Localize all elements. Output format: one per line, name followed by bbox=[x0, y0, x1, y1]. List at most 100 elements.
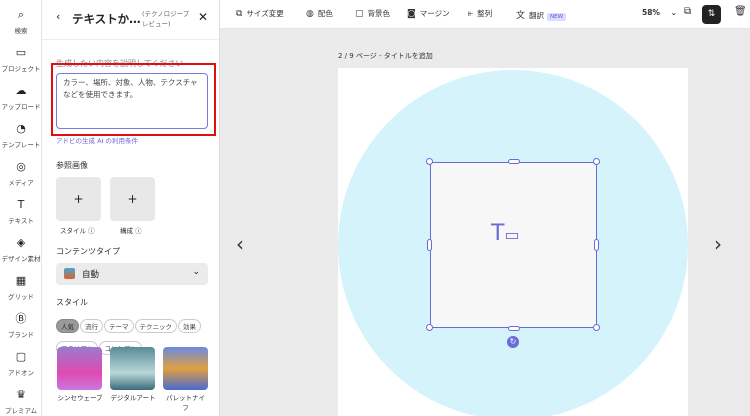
rail-label: アドオン bbox=[8, 369, 34, 377]
reference-label: 参照画像 bbox=[56, 161, 88, 170]
media-icon: ◎ bbox=[16, 160, 26, 173]
zoom-value: 58% bbox=[642, 8, 660, 17]
rail-label: デザイン素材 bbox=[1, 255, 41, 263]
rail-label: テキスト bbox=[8, 217, 34, 225]
chevron-down-icon: ⌄ bbox=[192, 267, 200, 277]
resize-handle[interactable] bbox=[426, 158, 433, 165]
upload-icon: ☁ bbox=[15, 84, 27, 97]
rail-item-grid[interactable]: ▦ グリッド bbox=[0, 274, 42, 301]
resize-handle[interactable] bbox=[593, 158, 600, 165]
trash-icon[interactable]: 🗑 bbox=[734, 6, 747, 17]
style-thumb-digital-art[interactable] bbox=[110, 347, 155, 390]
margin-label: マージン bbox=[419, 9, 450, 18]
style-chip[interactable]: 流行 bbox=[80, 319, 103, 333]
rail-item-text[interactable]: T テキスト bbox=[0, 198, 42, 225]
text-icon: T bbox=[17, 198, 25, 211]
content-type-label: コンテンツタイプ bbox=[56, 247, 120, 256]
brand-icon: Ⓑ bbox=[15, 312, 27, 325]
next-page-icon[interactable]: › bbox=[714, 232, 722, 256]
style-chip[interactable]: 人気 bbox=[56, 319, 79, 333]
highlight-box bbox=[51, 63, 216, 136]
align-icon: ⫦ bbox=[468, 9, 474, 19]
crown-icon: ♛ bbox=[16, 388, 26, 401]
search-icon: ⌕ bbox=[17, 8, 25, 21]
rail-item-upload[interactable]: ☁ アップロード bbox=[0, 84, 42, 111]
style-chip[interactable]: 効果 bbox=[178, 319, 201, 333]
text-to-image-icon: T▭ bbox=[491, 221, 520, 246]
rail-item-shapes[interactable]: ◈ デザイン素材 bbox=[0, 236, 42, 263]
back-icon[interactable]: ‹ bbox=[56, 10, 60, 23]
content-type-select[interactable]: 自動 ⌄ bbox=[56, 263, 208, 285]
terms-link[interactable]: アドビの生成 AI の利用条件 bbox=[56, 135, 138, 145]
margin-icon: ◙ bbox=[407, 9, 416, 19]
comp-ref-label: 構成 bbox=[120, 227, 133, 235]
style-thumb-synthwave[interactable] bbox=[57, 347, 102, 390]
panel-title: テキストか… bbox=[72, 12, 141, 26]
composition-reference-button[interactable]: + bbox=[110, 177, 155, 221]
rail-item-search[interactable]: ⌕ 検索 bbox=[0, 8, 42, 35]
resize-handle[interactable] bbox=[593, 324, 600, 331]
folder-icon: ▭ bbox=[15, 46, 27, 59]
bg-label: 背景色 bbox=[367, 9, 391, 18]
layers-button[interactable]: ⇅ bbox=[702, 5, 721, 24]
resize-handle[interactable] bbox=[508, 326, 520, 331]
thumb-label: シンセウェーブ bbox=[57, 394, 103, 402]
align-button[interactable]: ⫦ 整列 bbox=[468, 8, 492, 19]
style-label: スタイル bbox=[56, 298, 88, 307]
rail-label: プロジェクト bbox=[1, 65, 41, 73]
rail-label: アップロード bbox=[1, 103, 41, 111]
thumb-label: デジタルアート bbox=[110, 394, 156, 402]
rail-item-brand[interactable]: Ⓑ ブランド bbox=[0, 312, 42, 339]
align-label: 整列 bbox=[477, 9, 493, 18]
style-chip[interactable]: テクニック bbox=[134, 319, 177, 333]
resize-handle[interactable] bbox=[594, 239, 599, 251]
info-icon[interactable]: ⓘ bbox=[88, 227, 95, 235]
image-placeholder[interactable]: T▭ bbox=[430, 162, 597, 328]
rail-item-media[interactable]: ◎ メディア bbox=[0, 160, 42, 187]
translate-button[interactable]: 文翻訳 NEW bbox=[516, 8, 567, 21]
resize-handle[interactable] bbox=[427, 239, 432, 251]
rail-label: ブランド bbox=[8, 331, 34, 339]
style-thumb-palette-knife[interactable] bbox=[163, 347, 208, 390]
margin-button[interactable]: ◙ マージン bbox=[407, 8, 450, 19]
color-button[interactable]: ◍ 配色 bbox=[306, 8, 333, 19]
rail-item-folder[interactable]: ▭ プロジェクト bbox=[0, 46, 42, 73]
resize-handle[interactable] bbox=[426, 324, 433, 331]
rail-item-template[interactable]: ◔ テンプレート bbox=[0, 122, 42, 149]
prev-page-icon[interactable]: ‹ bbox=[236, 232, 244, 256]
background-button[interactable]: ▢ 背景色 bbox=[355, 8, 390, 19]
rail-item-addon[interactable]: ▢ アドオン bbox=[0, 350, 42, 377]
translate-icon: 文 bbox=[516, 11, 526, 21]
page-info: 2 / 9 ページ - タイトルを追加 bbox=[338, 52, 433, 60]
rail-label: 検索 bbox=[14, 27, 28, 35]
rail-label: プレミアム bbox=[4, 407, 38, 415]
addon-icon: ▢ bbox=[15, 350, 27, 363]
style-reference-button[interactable]: + bbox=[56, 177, 101, 221]
rail-label: メディア bbox=[8, 179, 34, 187]
translate-label: 翻訳 bbox=[529, 11, 545, 20]
grid-icon: ▦ bbox=[15, 274, 27, 287]
auto-icon bbox=[64, 268, 75, 279]
pages-icon[interactable]: ⧉ bbox=[684, 6, 691, 17]
resize-handle[interactable] bbox=[508, 159, 520, 164]
palette-icon: ◍ bbox=[306, 9, 314, 19]
new-badge: NEW bbox=[547, 13, 567, 21]
rail-label: グリッド bbox=[8, 293, 34, 301]
style-chip[interactable]: テーマ bbox=[104, 319, 134, 333]
thumb-label: パレットナイフ bbox=[166, 394, 205, 412]
style-ref-label: スタイル bbox=[60, 227, 86, 235]
close-icon[interactable]: ✕ bbox=[198, 10, 208, 24]
beta-label: (テクノロジープレビュー) bbox=[142, 10, 190, 28]
chevron-down-icon: ⌄ bbox=[670, 8, 677, 17]
shapes-icon: ◈ bbox=[16, 236, 26, 249]
left-rail: ⌕ 検索 ▭ プロジェクト ☁ アップロード ◔ テンプレート ◎ メディア T テキスト ◈ デザイン素… bbox=[0, 0, 42, 416]
info-icon[interactable]: ⓘ bbox=[135, 227, 142, 235]
top-toolbar: ⧉ サイズ変更 ◍ 配色 ▢ 背景色 ◙ マージン ⫦ 整列 文翻訳 NEW 58% ⌄ ⧉… bbox=[220, 0, 750, 29]
template-icon: ◔ bbox=[16, 122, 26, 135]
rotate-handle[interactable]: ↻ bbox=[507, 336, 519, 348]
resize-icon: ⧉ bbox=[236, 9, 243, 19]
resize-button[interactable]: ⧉ サイズ変更 bbox=[236, 8, 284, 19]
zoom-select[interactable]: 58% ⌄ bbox=[642, 8, 677, 17]
square-icon: ▢ bbox=[355, 9, 364, 19]
rail-item-crown[interactable]: ♛ プレミアム bbox=[0, 388, 42, 415]
